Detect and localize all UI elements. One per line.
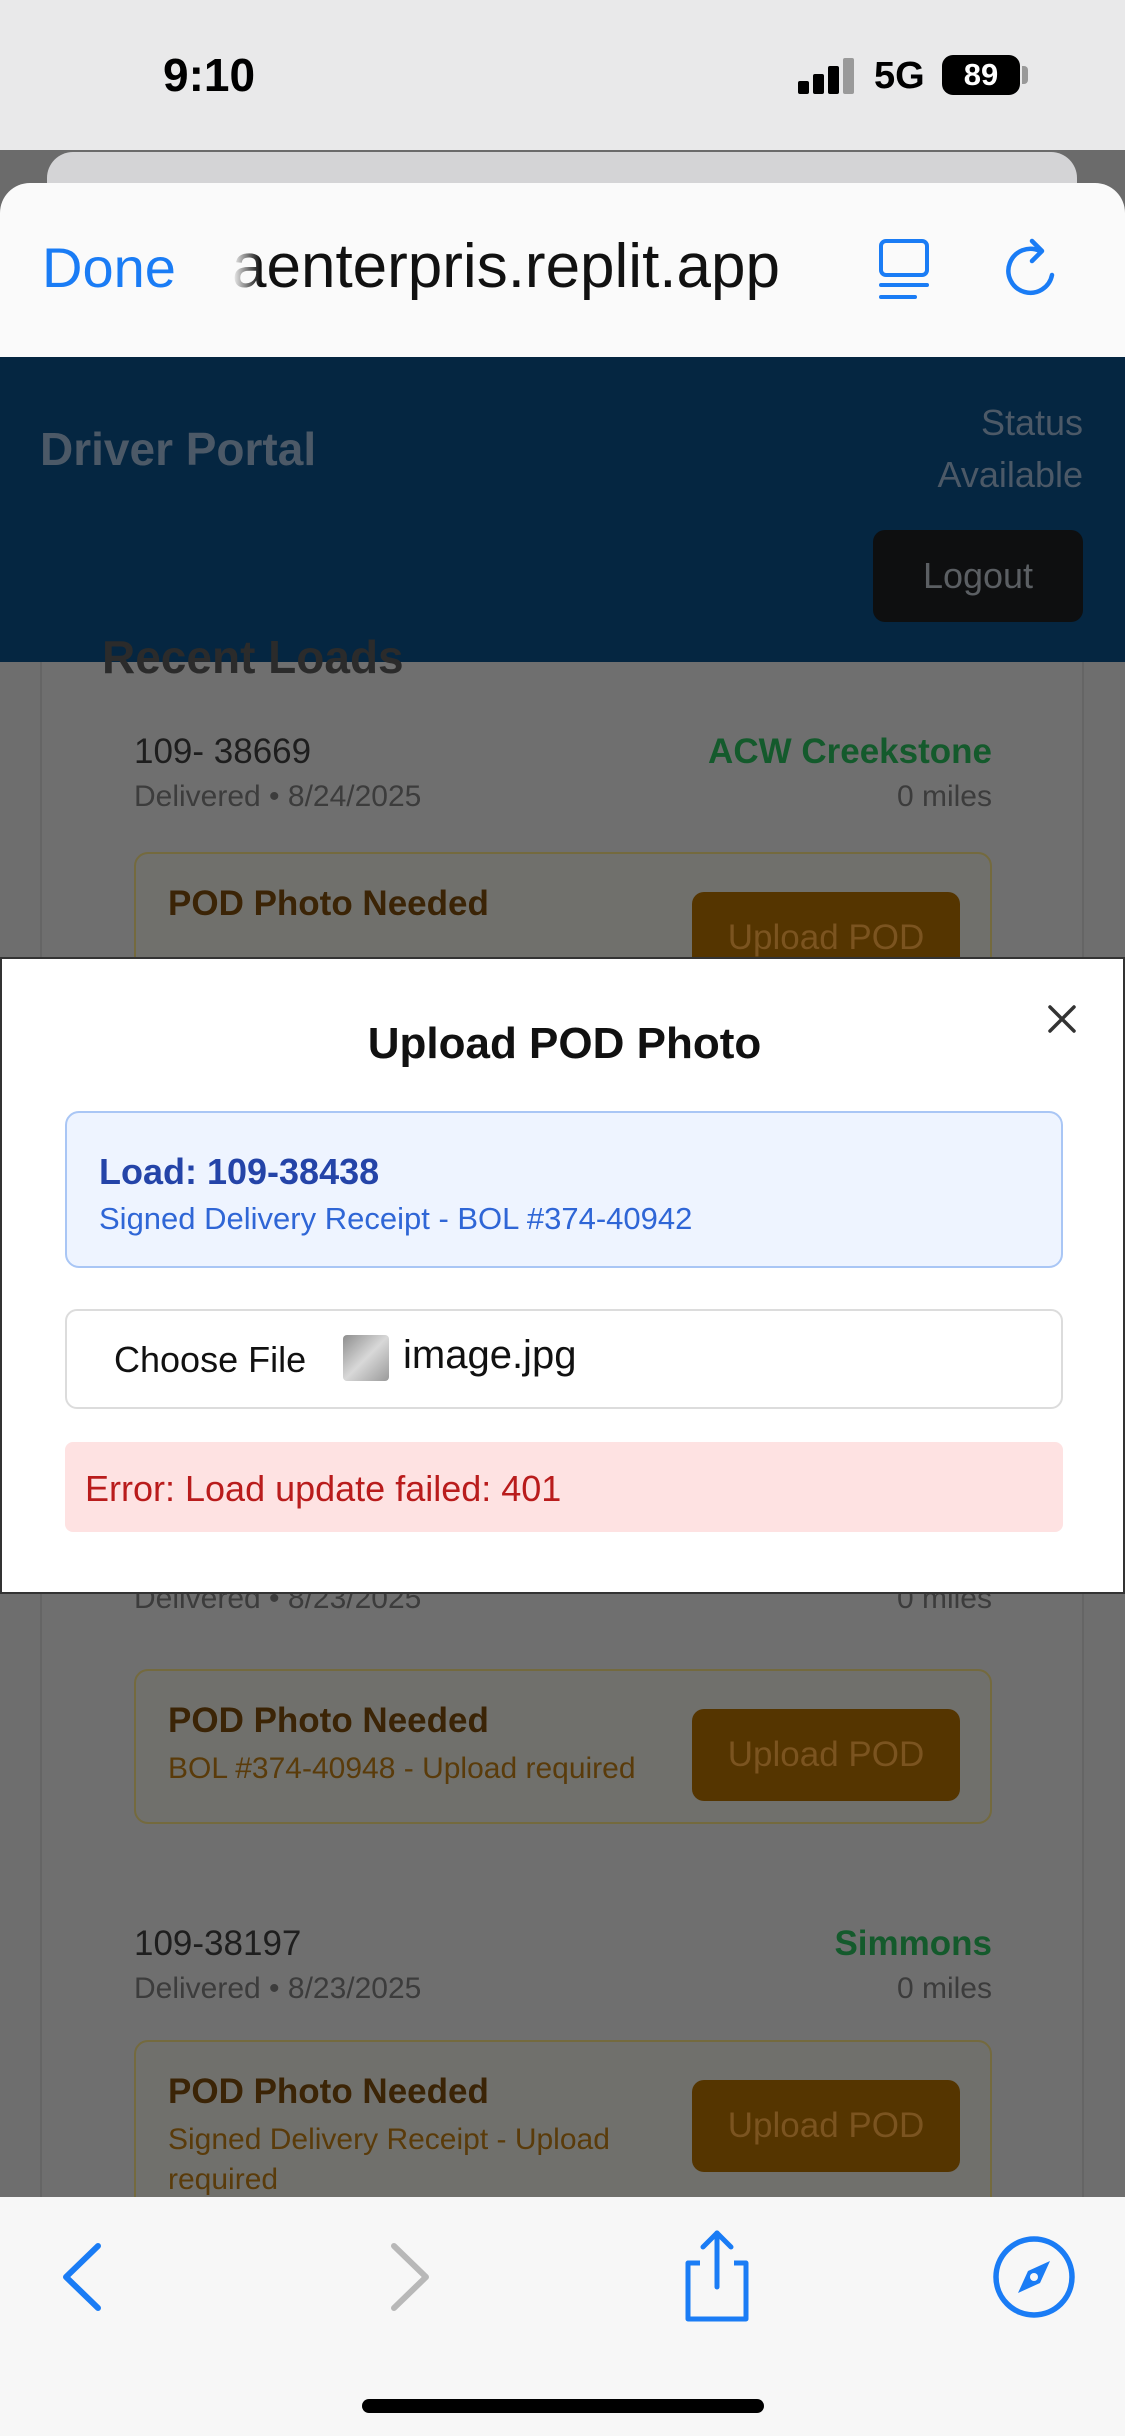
upload-pod-button[interactable]: Upload POD (692, 2080, 960, 2172)
load-number: 109-38197 (134, 1924, 302, 1963)
reader-icon[interactable] (875, 235, 935, 305)
status-value: Available (937, 454, 1083, 495)
pod-title: POD Photo Needed (168, 1701, 489, 1740)
done-button[interactable]: Done (42, 235, 176, 300)
signal-icon (798, 58, 856, 94)
load-item[interactable]: 109-38197 Delivered • 8/23/2025 Simmons … (134, 1924, 992, 2014)
load-status: Delivered • 8/23/2025 (134, 1972, 422, 2005)
file-input[interactable]: Choose File image.jpg (65, 1309, 1063, 1409)
close-icon[interactable] (1042, 999, 1082, 1039)
file-name: image.jpg (403, 1333, 577, 1377)
load-info-description: Signed Delivery Receipt - BOL #374-40942 (99, 1201, 693, 1236)
portal-title: Driver Portal (40, 423, 317, 475)
back-icon[interactable] (40, 2232, 130, 2322)
pod-detail: BOL #374-40948 - Upload required (168, 1752, 636, 1785)
pod-title: POD Photo Needed (168, 884, 489, 923)
upload-pod-modal: Upload POD Photo Load: 109-38438 Signed … (0, 957, 1125, 1594)
load-customer: ACW Creekstone (708, 732, 992, 771)
load-item[interactable]: 109- 38669 Delivered • 8/24/2025 ACW Cre… (134, 732, 992, 822)
status-bar: 9:10 5G 89 (0, 0, 1125, 150)
load-miles: 0 miles (896, 780, 992, 813)
home-indicator (362, 2399, 764, 2413)
reload-icon[interactable] (1000, 235, 1066, 305)
file-thumbnail (343, 1335, 389, 1381)
share-icon[interactable] (672, 2225, 762, 2325)
status-time: 9:10 (163, 49, 256, 101)
choose-file-button[interactable]: Choose File (114, 1339, 306, 1381)
url-fade (232, 228, 260, 308)
pod-notice: POD Photo Needed BOL #374-40948 - Upload… (134, 1669, 992, 1824)
error-message: Error: Load update failed: 401 (65, 1442, 1063, 1532)
load-customer: Simmons (834, 1924, 992, 1963)
pod-title: POD Photo Needed (168, 2072, 489, 2111)
battery-nub (1022, 66, 1028, 84)
network-label: 5G (874, 55, 925, 97)
error-text: Error: Load update failed: 401 (85, 1468, 562, 1509)
load-info-title: Load: 109-38438 (99, 1151, 380, 1192)
pod-notice: POD Photo Needed Signed Delivery Receipt… (134, 2040, 992, 2197)
url-display[interactable]: aenterpris.replit.app (232, 231, 822, 302)
load-status: Delivered • 8/24/2025 (134, 780, 422, 813)
status-label: Status (980, 402, 1083, 443)
recent-loads-heading: Recent Loads (102, 631, 404, 683)
compass-icon[interactable] (984, 2227, 1084, 2327)
browser-header: Done aenterpris.replit.app (0, 183, 1125, 357)
app-header: Driver Portal Status Available Logout (0, 357, 1125, 662)
load-miles: 0 miles (896, 1972, 992, 2005)
logout-button[interactable]: Logout (873, 530, 1083, 622)
pod-detail: Signed Delivery Receipt - Upload require… (168, 2123, 610, 2196)
modal-title: Upload POD Photo (367, 1019, 762, 1068)
upload-pod-button[interactable]: Upload POD (692, 1709, 960, 1801)
battery-icon: 89 (942, 55, 1020, 95)
forward-icon[interactable] (362, 2232, 452, 2322)
load-number: 109- 38669 (134, 732, 312, 771)
load-info-box: Load: 109-38438 Signed Delivery Receipt … (65, 1111, 1063, 1268)
